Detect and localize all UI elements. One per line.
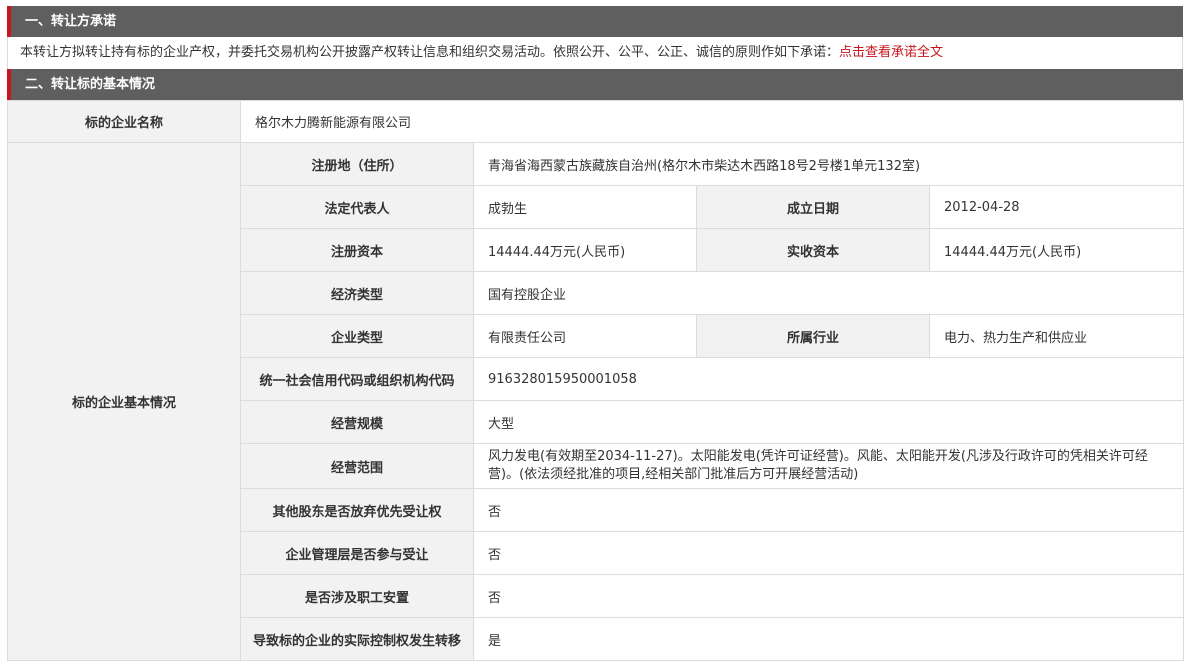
industry-label: 所属行业 (696, 314, 930, 358)
control-label: 导致标的企业的实际控制权发生转移 (240, 617, 474, 661)
credit-code-value: 916328015950001058 (472, 357, 1185, 401)
econ-type-value: 国有控股企业 (472, 271, 1185, 315)
mgmt-value: 否 (472, 531, 1185, 575)
scale-value: 大型 (472, 400, 1185, 444)
waive-label: 其他股东是否放弃优先受让权 (240, 488, 474, 532)
company-type-value: 有限责任公司 (473, 314, 697, 358)
promise-full-text-link[interactable]: 点击查看承诺全文 (839, 45, 943, 60)
basic-info-label: 标的企业基本情况 (7, 142, 241, 661)
paid-capital-label: 实收资本 (696, 228, 930, 272)
econ-type-label: 经济类型 (240, 271, 474, 315)
industry-value: 电力、热力生产和供应业 (928, 314, 1185, 358)
promise-row: 本转让方拟转让持有标的企业产权，并委托交易机构公开披露产权转让信息和组织交易活动… (7, 37, 1183, 69)
scope-label: 经营范围 (240, 443, 474, 489)
table-row: 标的企业基本情况 注册地（住所） 青海省海西蒙古族藏族自治州(格尔木市柴达木西路… (7, 142, 1185, 661)
basic-info-table: 标的企业名称 格尔木力腾新能源有限公司 标的企业基本情况 注册地（住所） 青海省… (7, 100, 1185, 661)
staff-label: 是否涉及职工安置 (240, 574, 474, 618)
paid-capital-value: 14444.44万元(人民币) (928, 228, 1185, 272)
reg-capital-value: 14444.44万元(人民币) (473, 228, 697, 272)
scale-label: 经营规模 (240, 400, 474, 444)
control-value: 是 (472, 617, 1185, 661)
table-row: 标的企业名称 格尔木力腾新能源有限公司 (7, 100, 1185, 143)
staff-value: 否 (472, 574, 1185, 618)
waive-value: 否 (472, 488, 1185, 532)
section-header-promise: 一、转让方承诺 (7, 6, 1183, 37)
established-label: 成立日期 (696, 185, 930, 229)
legal-rep-label: 法定代表人 (240, 185, 474, 229)
address-value: 青海省海西蒙古族藏族自治州(格尔木市柴达木西路18号2号楼1单元132室) (472, 142, 1185, 186)
section-header-basic: 二、转让标的基本情况 (7, 69, 1183, 100)
company-name-label: 标的企业名称 (7, 100, 241, 143)
company-name-value: 格尔木力腾新能源有限公司 (239, 100, 1185, 143)
credit-code-label: 统一社会信用代码或组织机构代码 (240, 357, 474, 401)
company-type-label: 企业类型 (240, 314, 474, 358)
promise-text: 本转让方拟转让持有标的企业产权，并委托交易机构公开披露产权转让信息和组织交易活动… (20, 45, 840, 60)
legal-rep-value: 成勃生 (473, 185, 697, 229)
established-value: 2012-04-28 (928, 185, 1185, 229)
address-label: 注册地（住所） (240, 142, 474, 186)
reg-capital-label: 注册资本 (240, 228, 474, 272)
mgmt-label: 企业管理层是否参与受让 (240, 531, 474, 575)
scope-value: 风力发电(有效期至2034-11-27)。太阳能发电(凭许可证经营)。风能、太阳… (472, 443, 1185, 489)
